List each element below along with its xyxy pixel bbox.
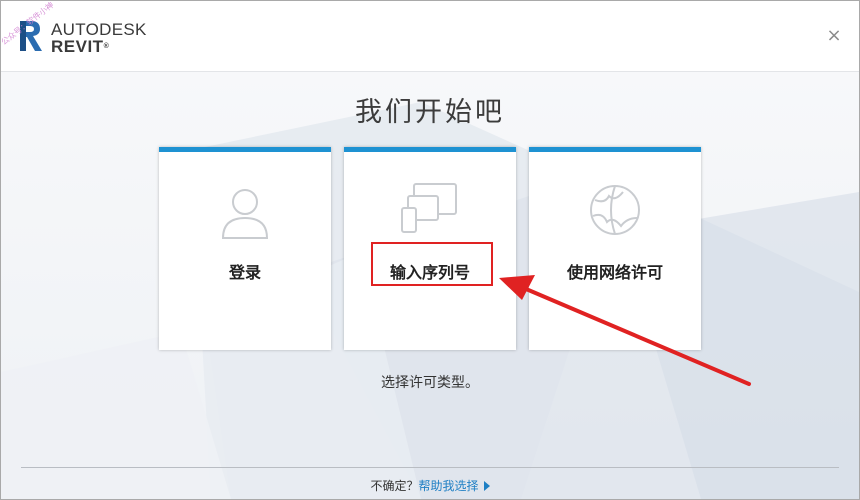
license-type-instruction: 选择许可类型。 <box>381 375 479 391</box>
brand-logo-text: AUTODESK REVIT® <box>51 21 147 55</box>
footer-help: 不确定？帮助我选择 <box>1 477 859 494</box>
footer-divider <box>21 467 839 468</box>
product-name: REVIT® <box>51 38 147 55</box>
footer-prefix-text: 不确定？ <box>370 479 419 493</box>
close-button[interactable]: × <box>825 27 843 45</box>
annotation-highlight-box <box>371 242 493 286</box>
brand-name: AUTODESK <box>51 20 147 39</box>
page-heading: 我们开始吧 <box>355 97 505 128</box>
license-dialog: AUTODESK REVIT® 公众号：软件小神 × 我们开始吧 登录 输入序列… <box>0 0 860 500</box>
network-license-card[interactable]: 使用网络许可 <box>529 147 701 350</box>
sign-in-card[interactable]: 登录 <box>159 147 331 350</box>
devices-icon <box>401 183 457 233</box>
network-license-label: 使用网络许可 <box>566 263 663 282</box>
product-name-text: REVIT <box>51 37 104 56</box>
title-bar: AUTODESK REVIT® 公众号：软件小神 × <box>1 1 859 72</box>
user-icon <box>221 189 269 239</box>
sign-in-label: 登录 <box>228 263 261 282</box>
trademark-symbol: ® <box>103 43 110 50</box>
content-area: 我们开始吧 登录 输入序列号 使用网络许可 选择许可类型。 不确定？帮助我选择 <box>1 72 859 499</box>
help-me-choose-label: 帮助我选择 <box>418 479 479 493</box>
caret-right-icon <box>483 481 490 491</box>
help-me-choose-link[interactable]: 帮助我选择 <box>419 479 490 493</box>
network-globe-icon <box>590 185 640 235</box>
